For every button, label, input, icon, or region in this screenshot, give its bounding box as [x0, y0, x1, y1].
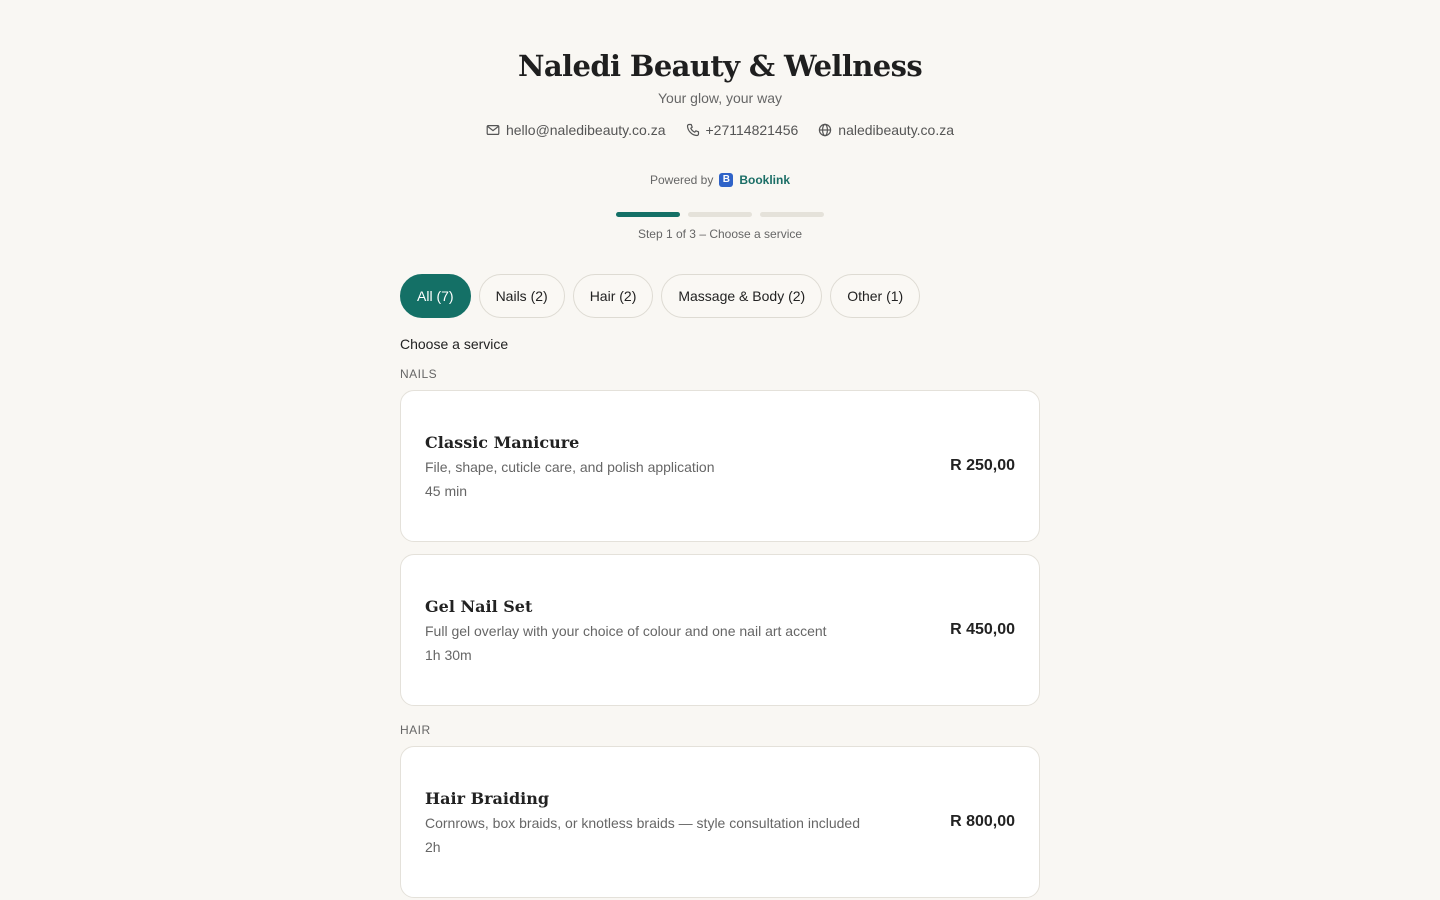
business-header: Naledi Beauty & Wellness Your glow, your…	[0, 46, 1440, 140]
booking-page: Naledi Beauty & Wellness Your glow, your…	[0, 0, 1440, 900]
filter-hair[interactable]: Hair (2)	[572, 274, 654, 318]
mail-icon	[486, 124, 500, 136]
business-name: Naledi Beauty & Wellness	[517, 49, 923, 83]
filter-other[interactable]: Other (1)	[830, 274, 921, 318]
service-name: Classic Manicure	[425, 433, 580, 452]
service-description: File, shape, cuticle care, and polish ap…	[425, 459, 715, 475]
service-card-classic-manicure[interactable]: Classic Manicure File, shape, cuticle ca…	[400, 390, 1040, 542]
email-text: hello@naledibeauty.co.za	[505, 122, 666, 138]
category-label-hair: HAIR	[400, 723, 431, 737]
service-duration: 45 min	[425, 483, 468, 499]
business-tagline: Your glow, your way	[658, 90, 782, 106]
globe-icon	[819, 123, 832, 137]
step-bar-3	[760, 212, 824, 217]
phone-icon	[686, 123, 699, 137]
step-label: Step 1 of 3 – Choose a service	[637, 227, 803, 241]
booklink-logo-icon: B	[719, 173, 734, 187]
filter-nails[interactable]: Nails (2)	[478, 274, 565, 318]
step-bar-2	[688, 212, 752, 217]
phone-link[interactable]: +27114821456	[686, 120, 799, 140]
category-filters: All (7) Nails (2) Hair (2) Massage & Bod…	[400, 274, 921, 318]
service-name: Gel Nail Set	[425, 597, 533, 616]
category-label-nails: NAILS	[400, 367, 438, 381]
service-duration: 2h	[425, 839, 441, 855]
service-price: R 450,00	[950, 621, 1015, 638]
service-card-gel-nail-set[interactable]: Gel Nail Set Full gel overlay with your …	[400, 554, 1040, 706]
service-name: Hair Braiding	[425, 789, 550, 808]
service-description: Full gel overlay with your choice of col…	[425, 623, 827, 639]
filter-all[interactable]: All (7)	[400, 274, 471, 318]
service-price: R 800,00	[950, 813, 1015, 830]
service-price: R 250,00	[950, 457, 1015, 474]
website-link[interactable]: naledibeauty.co.za	[818, 120, 954, 140]
service-description: Cornrows, box braids, or knotless braids…	[425, 815, 860, 831]
service-card-hair-braiding[interactable]: Hair Braiding Cornrows, box braids, or k…	[400, 746, 1040, 898]
contact-row: hello@naledibeauty.co.za +27114821456 na…	[0, 120, 1440, 140]
email-link[interactable]: hello@naledibeauty.co.za	[486, 120, 666, 140]
section-title: Choose a service	[400, 336, 509, 352]
powered-by-prefix: Powered by	[649, 173, 714, 187]
powered-by: Powered by B Booklink	[0, 171, 1440, 189]
step-progress	[616, 212, 824, 217]
filter-massage-body[interactable]: Massage & Body (2)	[661, 274, 823, 318]
booklink-brand-link[interactable]: Booklink	[739, 171, 790, 189]
phone-text: +27114821456	[705, 122, 799, 138]
service-duration: 1h 30m	[425, 647, 472, 663]
website-text: naledibeauty.co.za	[838, 122, 955, 138]
step-bar-1	[616, 212, 680, 217]
